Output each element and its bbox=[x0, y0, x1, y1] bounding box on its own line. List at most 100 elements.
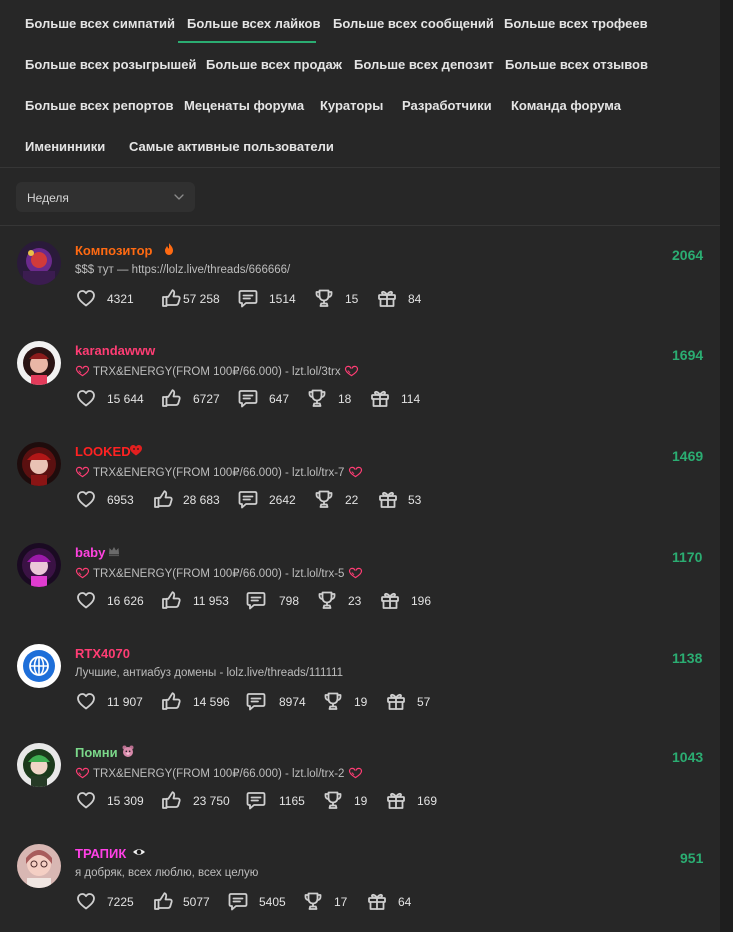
username-link[interactable]: baby bbox=[75, 545, 105, 560]
gift-icon bbox=[369, 387, 391, 409]
like-heart-icon bbox=[75, 387, 97, 409]
messages-count: 798 bbox=[279, 594, 300, 608]
message-icon bbox=[237, 488, 259, 510]
tab-curators[interactable]: Кураторы bbox=[320, 98, 383, 113]
username-link[interactable]: RTX4070 bbox=[75, 646, 130, 661]
trophy-icon bbox=[322, 789, 344, 811]
user-status-text: TRX&ENERGY(FROM 100₽/66.000) - lzt.lol/t… bbox=[93, 768, 345, 780]
avatar[interactable] bbox=[17, 644, 61, 688]
divider bbox=[0, 225, 720, 226]
user-status: TRX&ENERGY(FROM 100₽/66.000) - lzt.lol/3… bbox=[75, 364, 359, 378]
avatar[interactable] bbox=[17, 442, 61, 486]
user-row[interactable]: karandawww TRX&ENERGY(FROM 100₽/66.000) … bbox=[0, 327, 720, 427]
user-status: $$$ тут — https://lolz.live/threads/6666… bbox=[75, 264, 290, 276]
user-status-text: TRX&ENERGY(FROM 100₽/66.000) - lzt.lol/t… bbox=[93, 467, 345, 479]
thumbs-up-icon bbox=[160, 387, 182, 409]
tab-likes[interactable]: Больше всех лайков bbox=[187, 16, 320, 31]
username-link[interactable]: LOOKED bbox=[75, 444, 131, 459]
heart-face-icon bbox=[129, 443, 143, 457]
user-row[interactable]: RTX4070 Лучшие, антиабуз домены - lolz.li… bbox=[0, 630, 720, 730]
user-status: TRX&ENERGY(FROM 100₽/66.000) - lzt.lol/t… bbox=[75, 566, 363, 580]
gift-icon bbox=[385, 690, 407, 712]
gift-icon bbox=[379, 589, 401, 611]
tab-most-active[interactable]: Самые активные пользователи bbox=[129, 139, 334, 154]
tab-messages[interactable]: Больше всех сообщений bbox=[333, 16, 494, 31]
user-status-text: TRX&ENERGY(FROM 100₽/66.000) - lzt.lol/t… bbox=[93, 568, 345, 580]
message-icon bbox=[245, 690, 267, 712]
user-score: 2064 bbox=[672, 247, 704, 263]
gifts-count: 64 bbox=[398, 895, 412, 909]
trophies-count: 17 bbox=[334, 895, 348, 909]
gifts-count: 84 bbox=[408, 292, 422, 306]
avatar[interactable] bbox=[17, 743, 61, 787]
avatar[interactable] bbox=[17, 844, 61, 888]
tab-reports[interactable]: Больше всех репортов bbox=[25, 98, 174, 113]
trophy-icon bbox=[313, 488, 335, 510]
tab-reviews[interactable]: Больше всех отзывов bbox=[505, 57, 648, 72]
heart-emoji-icon bbox=[75, 567, 90, 580]
user-score: 1170 bbox=[672, 549, 703, 565]
gift-icon bbox=[376, 287, 398, 309]
avatar[interactable] bbox=[17, 543, 61, 587]
gifts-count: 196 bbox=[411, 594, 432, 608]
user-score: 1138 bbox=[672, 650, 703, 666]
gift-icon bbox=[377, 488, 399, 510]
trophy-icon bbox=[322, 690, 344, 712]
trophies-count: 18 bbox=[338, 392, 352, 406]
gift-icon bbox=[385, 789, 407, 811]
gifts-count: 169 bbox=[417, 794, 438, 808]
user-score: 1694 bbox=[672, 347, 704, 363]
tab-developers[interactable]: Разработчики bbox=[402, 98, 492, 113]
username-link[interactable]: ТРАПИК bbox=[75, 846, 126, 861]
username-link[interactable]: Композитор bbox=[75, 243, 152, 258]
user-row[interactable]: ТРАПИК я добряк, всех люблю, всех целую 95… bbox=[0, 830, 720, 930]
user-row[interactable]: Помни TRX&ENERGY(FROM 100₽/66.000) - lzt… bbox=[0, 729, 720, 829]
heart-emoji-icon bbox=[75, 365, 90, 378]
gift-icon bbox=[366, 890, 388, 912]
heart-emoji-icon bbox=[348, 767, 363, 780]
likes-count: 16 626 bbox=[107, 594, 144, 608]
trophies-count: 22 bbox=[345, 493, 359, 507]
user-score: 1043 bbox=[672, 749, 704, 765]
tab-birthdays[interactable]: Именинники bbox=[25, 139, 105, 154]
eye-icon bbox=[132, 845, 146, 859]
trophy-icon bbox=[316, 589, 338, 611]
thumbs-count: 14 596 bbox=[193, 695, 230, 709]
user-row[interactable]: Композитор $$$ тут — https://lolz.live/th… bbox=[0, 227, 720, 327]
message-icon bbox=[245, 589, 267, 611]
user-status-text: Лучшие, антиабуз домены - lolz.live/thre… bbox=[75, 667, 344, 679]
trophies-count: 23 bbox=[348, 594, 362, 608]
period-select[interactable]: Неделя bbox=[16, 182, 195, 212]
thumbs-up-icon bbox=[152, 488, 174, 510]
fire-icon bbox=[162, 242, 176, 256]
thumbs-count: 5077 bbox=[183, 895, 210, 909]
tab-giveaways[interactable]: Больше всех розыгрышей bbox=[25, 57, 196, 72]
tab-forum-team[interactable]: Команда форума bbox=[511, 98, 621, 113]
thumbs-up-icon bbox=[152, 890, 174, 912]
tab-sympathies[interactable]: Больше всех симпатий bbox=[25, 16, 175, 31]
message-icon bbox=[237, 287, 259, 309]
tab-patrons[interactable]: Меценаты форума bbox=[184, 98, 304, 113]
messages-count: 5405 bbox=[259, 895, 286, 909]
username-link[interactable]: karandawww bbox=[75, 343, 155, 358]
heart-emoji-icon bbox=[344, 365, 359, 378]
user-row[interactable]: baby TRX&ENERGY(FROM 100₽/66.000) - lzt.… bbox=[0, 529, 720, 629]
thumbs-count: 6727 bbox=[193, 392, 220, 406]
like-heart-icon bbox=[75, 287, 97, 309]
message-icon bbox=[227, 890, 249, 912]
username-link[interactable]: Помни bbox=[75, 745, 118, 760]
tab-deposit[interactable]: Больше всех депозит bbox=[354, 57, 494, 72]
user-row[interactable]: LOOKED TRX&ENERGY(FROM 100₽/66.000) - lz… bbox=[0, 428, 720, 528]
trophies-count: 19 bbox=[354, 695, 368, 709]
tab-sales[interactable]: Больше всех продаж bbox=[206, 57, 342, 72]
avatar[interactable] bbox=[17, 341, 61, 385]
trophies-count: 19 bbox=[354, 794, 368, 808]
avatar[interactable] bbox=[17, 241, 61, 285]
likes-count: 7225 bbox=[107, 895, 134, 909]
message-icon bbox=[237, 387, 259, 409]
messages-count: 2642 bbox=[269, 493, 296, 507]
trophy-icon bbox=[302, 890, 324, 912]
thumbs-count: 28 683 bbox=[183, 493, 220, 507]
tab-trophies[interactable]: Больше всех трофеев bbox=[504, 16, 648, 31]
thumbs-count: 57 258 bbox=[183, 292, 220, 306]
